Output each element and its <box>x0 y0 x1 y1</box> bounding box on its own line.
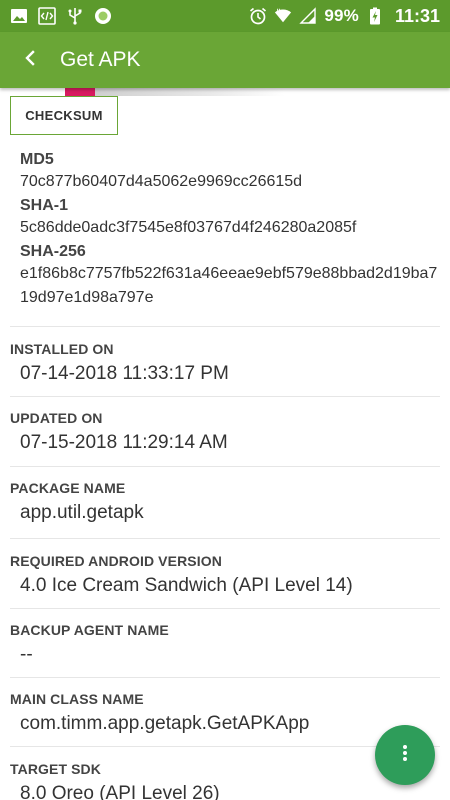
more-options-fab[interactable] <box>375 725 435 785</box>
divider <box>10 396 440 397</box>
battery-percent: 99% <box>324 6 359 25</box>
divider <box>10 538 440 539</box>
signal-icon <box>299 7 317 25</box>
md5-label: MD5 <box>20 151 54 168</box>
installed-on-value: 07-14-2018 11:33:17 PM <box>20 363 229 384</box>
alarm-icon <box>249 7 267 25</box>
required-android-value: 4.0 Ice Cream Sandwich (API Level 14) <box>20 575 353 596</box>
page-title: Get APK <box>60 48 141 71</box>
updated-on-label: UPDATED ON <box>10 410 103 426</box>
required-android-label: REQUIRED ANDROID VERSION <box>10 553 222 569</box>
back-arrow-icon <box>22 49 38 71</box>
wifi-icon <box>274 7 292 25</box>
backup-agent-value: -- <box>20 644 33 665</box>
updated-on-field: UPDATED ON 07-15-2018 11:29:14 AM <box>10 410 440 454</box>
clock: 11:31 <box>394 5 440 26</box>
installed-on-label: INSTALLED ON <box>10 341 114 357</box>
main-class-value: com.timm.app.getapk.GetAPKApp <box>20 713 310 734</box>
status-bar: 99% 11:31 <box>0 0 450 32</box>
code-icon <box>38 7 56 25</box>
gallery-icon <box>10 7 28 25</box>
package-name-value: app.util.getapk <box>20 502 144 523</box>
back-button[interactable] <box>0 32 60 88</box>
main-class-field: MAIN CLASS NAME com.timm.app.getapk.GetA… <box>10 691 440 735</box>
sha1-value: 5c86dde0adc3f7545e8f03767d4f246280a2085f <box>20 219 357 236</box>
status-right-icons: 99% 11:31 <box>249 6 440 27</box>
battery-charging-icon <box>366 7 384 25</box>
checksum-list: MD5 70c877b60407d4a5062e9969cc26615d SHA… <box>20 150 440 312</box>
package-name-label: PACKAGE NAME <box>10 480 126 496</box>
main-class-label: MAIN CLASS NAME <box>10 691 144 707</box>
backup-agent-field: BACKUP AGENT NAME -- <box>10 622 440 666</box>
updated-on-value: 07-15-2018 11:29:14 AM <box>20 432 228 453</box>
divider <box>10 677 440 678</box>
usb-icon <box>66 7 84 25</box>
target-sdk-field: TARGET SDK 8.0 Oreo (API Level 26) <box>10 761 440 800</box>
divider <box>10 466 440 467</box>
package-name-field: PACKAGE NAME app.util.getapk <box>10 480 440 524</box>
installed-on-field: INSTALLED ON 07-14-2018 11:33:17 PM <box>10 341 440 385</box>
checksum-button[interactable]: CHECKSUM <box>10 96 118 135</box>
divider <box>10 608 440 609</box>
app-bar: Get APK <box>0 32 450 88</box>
required-android-field: REQUIRED ANDROID VERSION 4.0 Ice Cream S… <box>10 553 440 597</box>
more-vert-icon <box>402 744 408 767</box>
details-content[interactable]: CHECKSUM MD5 70c877b60407d4a5062e9969cc2… <box>0 88 450 800</box>
circle-app-icon <box>94 7 112 25</box>
backup-agent-label: BACKUP AGENT NAME <box>10 622 169 638</box>
status-left-icons <box>10 7 112 25</box>
sha256-label: SHA-256 <box>20 243 86 260</box>
divider <box>10 326 440 327</box>
app-image-peek <box>65 88 285 96</box>
sha1-label: SHA-1 <box>20 197 69 214</box>
md5-value: 70c877b60407d4a5062e9969cc26615d <box>20 173 303 190</box>
sha256-value: e1f86b8c7757fb522f631a46eeae9ebf579e88bb… <box>20 265 438 306</box>
target-sdk-value: 8.0 Oreo (API Level 26) <box>20 783 220 800</box>
